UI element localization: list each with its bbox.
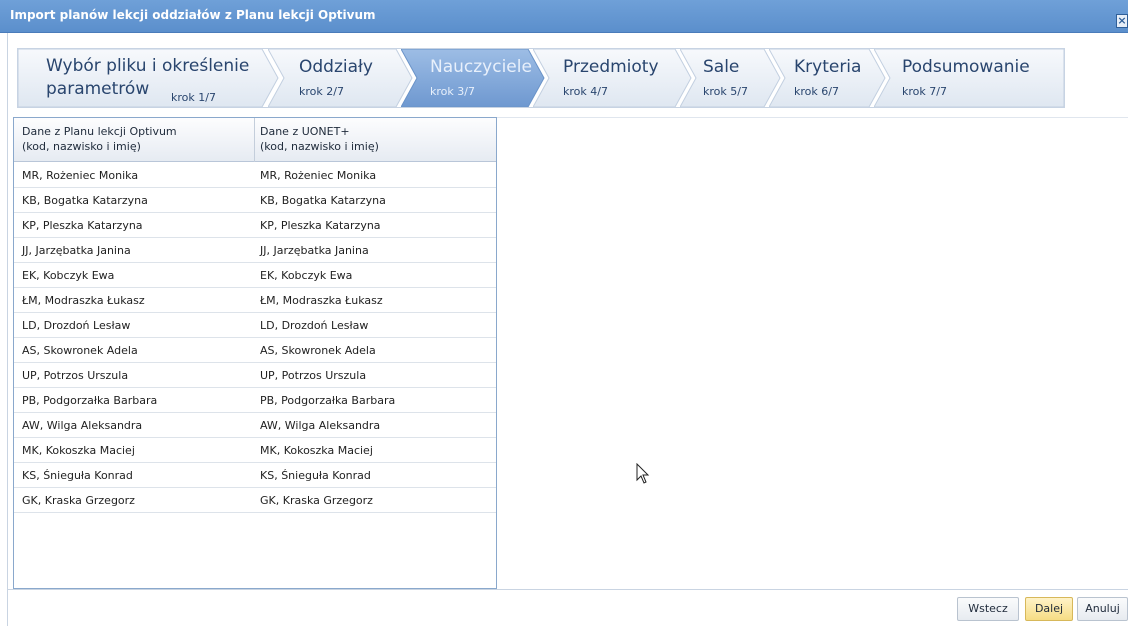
wizard-step-6-label: Kryteria [794, 57, 862, 77]
wizard-step-2-label: Oddziały [299, 57, 373, 77]
title-bar: Import planów lekcji oddziałów z Planu l… [0, 0, 1128, 33]
cell-optivum: UP, Potrzos Urszula [22, 369, 129, 382]
wizard-step-5[interactable]: Sale krok 5/7 [680, 49, 782, 107]
cell-uonet: PB, Podgorzałka Barbara [260, 394, 396, 407]
wizard-step-2-krok: krok 2/7 [299, 85, 344, 98]
dialog-footer: Wstecz Dalej Anuluj [8, 589, 1128, 626]
table-row[interactable]: KS, Śnieguła Konrad KS, Śnieguła Konrad [14, 463, 496, 488]
cell-optivum: LD, Drozdoń Lesław [22, 319, 131, 332]
cell-uonet: AW, Wilga Aleksandra [260, 419, 381, 432]
wizard-steps-bar: Wybór pliku i określenie parametrów krok … [8, 40, 1128, 116]
table-row[interactable]: ŁM, Modraszka Łukasz ŁM, Modraszka Łukasz [14, 288, 496, 313]
close-icon[interactable]: × [1116, 14, 1128, 28]
cell-optivum: KP, Pleszka Katarzyna [22, 219, 143, 232]
wizard-step-1-krok: krok 1/7 [171, 91, 216, 104]
wizard-step-3-krok: krok 3/7 [430, 85, 475, 98]
table-row[interactable]: KB, Bogatka Katarzyna KB, Bogatka Katarzy… [14, 188, 496, 213]
cell-uonet: MR, Rożeniec Monika [260, 169, 377, 182]
cell-uonet: KS, Śnieguła Konrad [260, 469, 371, 482]
cell-uonet: KB, Bogatka Katarzyna [260, 194, 386, 207]
cell-uonet: GK, Kraska Grzegorz [260, 494, 373, 507]
cell-uonet: ŁM, Modraszka Łukasz [260, 294, 383, 307]
table-row[interactable]: MR, Rożeniec Monika MR, Rożeniec Monika [14, 163, 496, 188]
wizard-step-5-krok: krok 5/7 [703, 85, 748, 98]
wizard-steps: Wybór pliku i określenie parametrów krok … [17, 48, 1065, 108]
cell-optivum: AW, Wilga Aleksandra [22, 419, 143, 432]
wizard-step-4-label: Przedmioty [563, 57, 659, 77]
cell-optivum: MR, Rożeniec Monika [22, 169, 139, 182]
wizard-step-6-krok: krok 6/7 [794, 85, 839, 98]
column-separator[interactable] [254, 118, 255, 162]
wizard-step-7-krok: krok 7/7 [902, 85, 947, 98]
cell-uonet: EK, Kobczyk Ewa [260, 269, 353, 282]
wizard-step-3-label: Nauczyciele [430, 57, 532, 77]
cell-optivum: JJ, Jarzębatka Janina [22, 244, 131, 257]
wizard-step-7-label: Podsumowanie [902, 57, 1030, 77]
cell-optivum: KB, Bogatka Katarzyna [22, 194, 148, 207]
table-row[interactable]: KP, Pleszka Katarzyna KP, Pleszka Katarzy… [14, 213, 496, 238]
back-button[interactable]: Wstecz [957, 597, 1019, 621]
cell-uonet: JJ, Jarzębatka Janina [260, 244, 369, 257]
wizard-step-3[interactable]: Nauczyciele krok 3/7 [401, 49, 546, 107]
table-row[interactable]: EK, Kobczyk Ewa EK, Kobczyk Ewa [14, 263, 496, 288]
table-row[interactable]: MK, Kokoszka Maciej MK, Kokoszka Maciej [14, 438, 496, 463]
cell-uonet: UP, Potrzos Urszula [260, 369, 367, 382]
empty-content-area [497, 117, 1128, 589]
wizard-step-4[interactable]: Przedmioty krok 4/7 [533, 49, 693, 107]
cancel-button[interactable]: Anuluj [1077, 597, 1128, 621]
table-row[interactable]: PB, Podgorzałka Barbara PB, Podgorzałka B… [14, 388, 496, 413]
wizard-step-1-label: Wybór pliku i określenie parametrów [46, 56, 250, 99]
cell-optivum: GK, Kraska Grzegorz [22, 494, 135, 507]
cell-uonet: AS, Skowronek Adela [260, 344, 376, 357]
cell-optivum: AS, Skowronek Adela [22, 344, 138, 357]
teachers-mapping-table: Dane z Planu lekcji Optivum (kod, nazwisk… [13, 117, 497, 589]
table-row[interactable]: LD, Drozdoń Lesław LD, Drozdoń Lesław [14, 313, 496, 338]
wizard-step-2[interactable]: Oddziały krok 2/7 [268, 49, 414, 107]
mouse-cursor-icon [636, 462, 650, 489]
table-header: Dane z Planu lekcji Optivum (kod, nazwisk… [14, 118, 496, 162]
table-row[interactable]: UP, Potrzos Urszula UP, Potrzos Urszula [14, 363, 496, 388]
wizard-step-4-krok: krok 4/7 [563, 85, 608, 98]
dialog-left-edge [0, 33, 8, 626]
table-row[interactable]: JJ, Jarzębatka Janina JJ, Jarzębatka Jani… [14, 238, 496, 263]
import-dialog: Import planów lekcji oddziałów z Planu l… [0, 0, 1128, 626]
column-header-uonet[interactable]: Dane z UONET+ (kod, nazwisko i imię) [260, 124, 379, 154]
cell-optivum: MK, Kokoszka Maciej [22, 444, 135, 457]
wizard-step-1[interactable]: Wybór pliku i określenie parametrów krok … [18, 49, 280, 107]
next-button[interactable]: Dalej [1025, 597, 1073, 621]
dialog-title: Import planów lekcji oddziałów z Planu l… [10, 8, 376, 22]
table-row[interactable]: AS, Skowronek Adela AS, Skowronek Adela [14, 338, 496, 363]
wizard-step-6[interactable]: Kryteria krok 6/7 [769, 49, 887, 107]
cell-uonet: MK, Kokoszka Maciej [260, 444, 373, 457]
wizard-step-5-label: Sale [703, 57, 740, 77]
cell-optivum: PB, Podgorzałka Barbara [22, 394, 158, 407]
cell-optivum: ŁM, Modraszka Łukasz [22, 294, 145, 307]
cell-optivum: KS, Śnieguła Konrad [22, 469, 133, 482]
table-row[interactable]: GK, Kraska Grzegorz GK, Kraska Grzegorz [14, 488, 496, 513]
column-header-optivum[interactable]: Dane z Planu lekcji Optivum (kod, nazwisk… [22, 124, 177, 154]
cell-uonet: KP, Pleszka Katarzyna [260, 219, 381, 232]
cell-optivum: EK, Kobczyk Ewa [22, 269, 115, 282]
wizard-step-7[interactable]: Podsumowanie krok 7/7 [874, 49, 1064, 107]
cell-uonet: LD, Drozdoń Lesław [260, 319, 369, 332]
table-row[interactable]: AW, Wilga Aleksandra AW, Wilga Aleksandra [14, 413, 496, 438]
